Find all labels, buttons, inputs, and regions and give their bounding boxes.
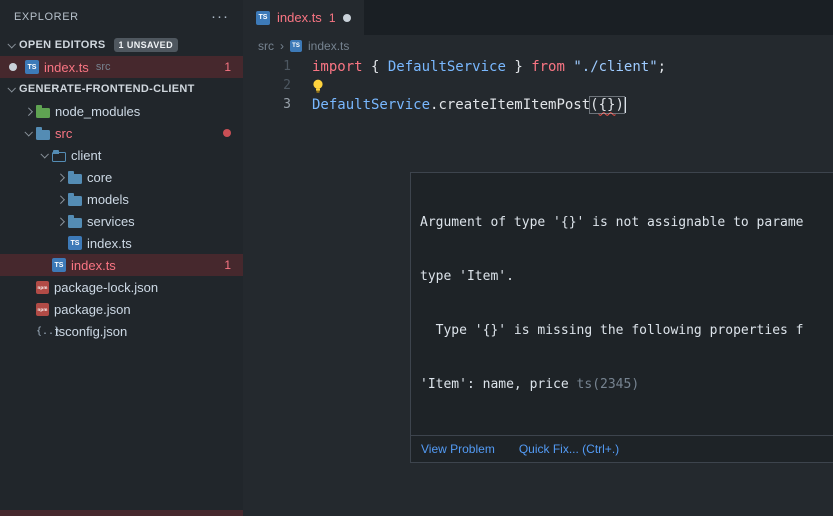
chevron-placeholder — [20, 279, 36, 295]
explorer-title: EXPLORER — [14, 11, 79, 23]
view-problem-link[interactable]: View Problem — [421, 442, 495, 456]
tree-item-tsconfig-json[interactable]: {..} tsconfig.json — [0, 320, 243, 342]
unsaved-badge: 1 UNSAVED — [114, 38, 178, 52]
tree-item-package-lock-json[interactable]: npm package-lock.json — [0, 276, 243, 298]
tree-item-package-json[interactable]: npm package.json — [0, 298, 243, 320]
breadcrumb: src › TS index.ts — [243, 35, 833, 57]
typescript-file-icon: TS — [25, 60, 39, 74]
node-modules-folder-icon — [36, 108, 50, 118]
folder-icon — [68, 174, 82, 184]
problem-dot-icon — [223, 129, 231, 137]
chevron-right-icon[interactable] — [52, 213, 68, 229]
typescript-file-icon: TS — [256, 11, 270, 25]
tree-item-src[interactable]: src — [0, 122, 243, 144]
line-number: 2 — [243, 78, 291, 93]
chevron-down-icon[interactable] — [36, 147, 52, 163]
typescript-file-icon: TS — [68, 236, 82, 250]
typescript-file-icon: TS — [52, 258, 66, 272]
tree-item-models[interactable]: models — [0, 188, 243, 210]
open-editor-item-index-ts[interactable]: TS index.ts src 1 — [0, 56, 243, 78]
bracket-match: ({}) — [590, 97, 624, 113]
chevron-placeholder — [20, 301, 36, 317]
more-actions-icon[interactable]: ··· — [211, 12, 229, 22]
quick-fix-link[interactable]: Quick Fix... (Ctrl+.) — [519, 442, 619, 456]
code-line-1[interactable]: 1 import { DefaultService } from "./clie… — [243, 57, 833, 76]
tab-bar: TS index.ts 1 — [243, 0, 833, 35]
tree-item-client-index-ts[interactable]: TS index.ts — [0, 232, 243, 254]
line-number: 1 — [243, 59, 291, 74]
explorer-sidebar: EXPLORER ··· OPEN EDITORS 1 UNSAVED TS i… — [0, 0, 243, 516]
modified-dot-icon[interactable] — [9, 63, 17, 71]
chevron-down-icon[interactable] — [3, 37, 19, 53]
json-braces-icon: {..} — [36, 326, 50, 337]
line-number: 3 — [243, 97, 291, 112]
code-line-2[interactable]: 2 — [243, 76, 833, 95]
typescript-file-icon: TS — [290, 40, 302, 52]
chevron-right-icon[interactable] — [20, 103, 36, 119]
tree-item-services[interactable]: services — [0, 210, 243, 232]
npm-file-icon: npm — [36, 281, 49, 294]
chevron-right-icon[interactable] — [52, 169, 68, 185]
tree-item-client[interactable]: client — [0, 144, 243, 166]
tab-error-count: 1 — [329, 11, 336, 25]
tree-item-src-index-ts[interactable]: TS index.ts 1 — [0, 254, 243, 276]
error-argument: {} — [599, 97, 616, 113]
vscode-window: EXPLORER ··· OPEN EDITORS 1 UNSAVED TS i… — [0, 0, 833, 516]
breadcrumb-separator-icon: › — [280, 39, 284, 53]
error-count-badge: 1 — [224, 258, 231, 272]
chevron-down-icon[interactable] — [3, 81, 19, 97]
project-section-header[interactable]: GENERATE-FRONTEND-CLIENT — [0, 78, 243, 100]
lightbulb-icon[interactable] — [312, 79, 324, 93]
code-line-3[interactable]: 3 DefaultService.createItemItemPost({}) — [243, 95, 833, 114]
open-editors-label: OPEN EDITORS — [19, 39, 106, 51]
open-editors-section-header[interactable]: OPEN EDITORS 1 UNSAVED — [0, 34, 243, 56]
hover-action-bar: View Problem Quick Fix... (Ctrl+.) — [411, 435, 833, 462]
error-count-badge: 1 — [224, 60, 231, 74]
breadcrumb-file[interactable]: index.ts — [308, 39, 349, 53]
chevron-placeholder — [20, 323, 36, 339]
npm-file-icon: npm — [36, 303, 49, 316]
open-folder-icon — [52, 152, 66, 162]
open-editor-file-name: index.ts — [44, 60, 89, 75]
tab-modified-dot-icon[interactable] — [343, 14, 351, 22]
tab-label: index.ts — [277, 10, 322, 25]
editor-area: TS index.ts 1 src › TS index.ts 1 import… — [243, 0, 833, 516]
folder-icon — [68, 218, 82, 228]
project-title: GENERATE-FRONTEND-CLIENT — [19, 83, 195, 95]
error-hover-widget: Argument of type '{}' is not assignable … — [410, 172, 833, 463]
tab-index-ts[interactable]: TS index.ts 1 — [243, 0, 364, 35]
breadcrumb-src[interactable]: src — [258, 39, 274, 53]
text-cursor — [625, 97, 627, 113]
folder-icon — [68, 196, 82, 206]
tree-item-node-modules[interactable]: node_modules — [0, 100, 243, 122]
folder-icon — [36, 130, 50, 140]
code-editor[interactable]: 1 import { DefaultService } from "./clie… — [243, 57, 833, 114]
chevron-placeholder — [52, 235, 68, 251]
tree-item-core[interactable]: core — [0, 166, 243, 188]
explorer-header: EXPLORER ··· — [0, 0, 243, 34]
chevron-placeholder — [36, 257, 52, 273]
ts-error-code: ts(2345) — [577, 377, 640, 392]
chevron-right-icon[interactable] — [52, 191, 68, 207]
chevron-down-icon[interactable] — [20, 125, 36, 141]
sidebar-bottom-strip — [0, 510, 243, 516]
open-editor-file-path: src — [96, 61, 111, 73]
error-message: Argument of type '{}' is not assignable … — [411, 173, 833, 435]
